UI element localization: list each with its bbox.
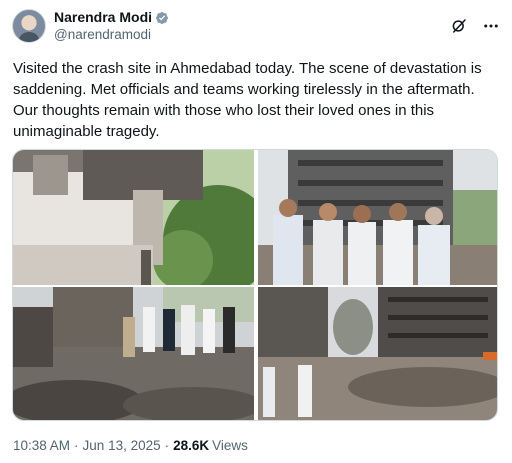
name-row: Narendra Modi [54, 9, 169, 26]
meta-separator-2: · [164, 438, 170, 453]
meta-separator: · [74, 438, 79, 453]
photo-building-damage [13, 150, 254, 285]
media-photo-2[interactable] [258, 150, 497, 285]
media-photo-4[interactable] [258, 287, 497, 420]
views-label: Views [212, 438, 248, 453]
tweet-date[interactable]: Jun 13, 2025 [83, 438, 161, 453]
photo-debris-walk [13, 287, 254, 420]
photo-officials-meeting [258, 150, 497, 285]
media-photo-3[interactable] [13, 287, 254, 420]
tweet-meta: 10:38 AM · Jun 13, 2025 · 28.6K Views [13, 438, 248, 453]
avatar[interactable] [12, 9, 46, 43]
tweet-text: Visited the crash site in Ahmedabad toda… [13, 60, 482, 140]
more-icon[interactable] [482, 17, 500, 35]
grok-icon[interactable] [450, 17, 468, 35]
media-photo-1[interactable] [13, 150, 254, 285]
tweet-time[interactable]: 10:38 AM [13, 438, 70, 453]
header-actions [450, 17, 500, 35]
verified-badge-icon [156, 11, 168, 24]
media-grid [12, 149, 498, 421]
author-names: Narendra Modi @narendramodi [54, 9, 169, 43]
author-display-name[interactable]: Narendra Modi [54, 9, 152, 26]
views-count[interactable]: 28.6K [173, 438, 209, 453]
author-handle[interactable]: @narendramodi [54, 26, 169, 43]
photo-burnt-site [258, 287, 497, 420]
tweet-header: Narendra Modi @narendramodi [12, 8, 500, 44]
